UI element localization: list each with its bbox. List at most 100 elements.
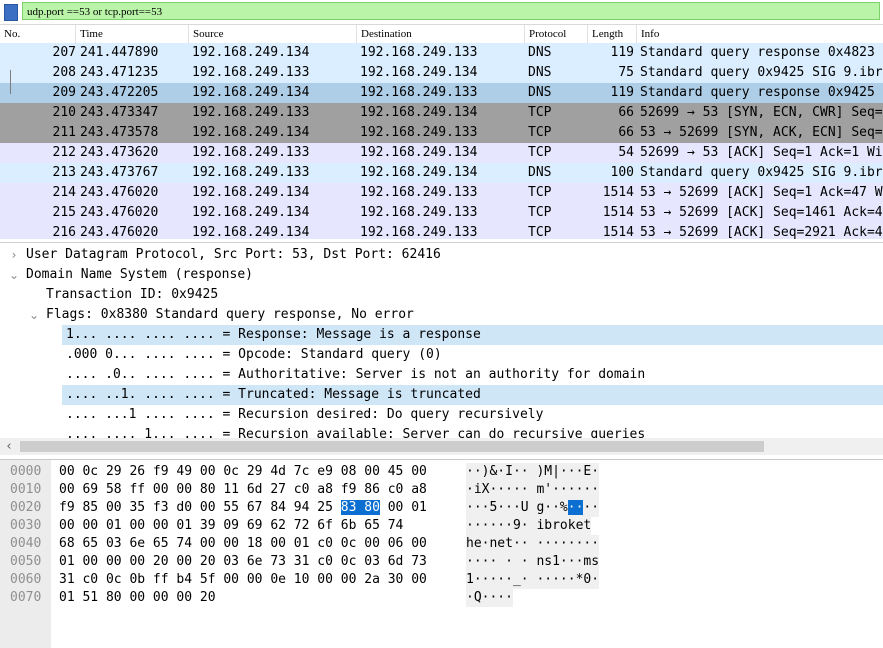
details-row[interactable]: .... ...1 .... .... = Recursion desired:… (66, 405, 543, 425)
cell-info: 52699 → 53 [ACK] Seq=1 Ack=1 Wi (640, 145, 883, 160)
details-horizontal-scrollbar[interactable]: ‹ (0, 438, 883, 455)
bytes-hex-text: 00 0c 29 26 f9 49 00 0c 29 4d 7c e9 08 0… (59, 464, 427, 479)
details-row[interactable]: Domain Name System (response) (26, 265, 253, 285)
cell-no: 216 (52, 225, 76, 239)
bytes-hex-text: f9 85 00 35 f3 d0 00 55 67 84 94 25 (59, 500, 341, 515)
cell-destination: 192.168.249.134 (360, 145, 478, 160)
column-header-time[interactable]: Time (76, 25, 189, 43)
scroll-left-icon[interactable]: ‹ (2, 438, 16, 455)
column-header-destination[interactable]: Destination (357, 25, 525, 43)
bytes-ascii-text: ··)&·I·· )M|···E· (466, 464, 600, 479)
packet-row[interactable]: 212 243.473620 192.168.249.133 192.168.249.… (0, 143, 883, 163)
column-header-length[interactable]: Length (588, 25, 637, 43)
details-row[interactable]: .... ..1. .... .... = Truncated: Message… (66, 385, 481, 405)
packet-row[interactable]: 216 243.476020 192.168.249.134 192.168.249.… (0, 223, 883, 239)
packet-bytes-pane[interactable]: 0000 00 0c 29 26 f9 49 00 0c 29 4d 7c e9 … (0, 459, 883, 648)
bytes-offset: 0010 (10, 482, 42, 497)
cell-source: 192.168.249.134 (192, 85, 310, 100)
cell-source: 192.168.249.133 (192, 65, 310, 80)
packet-row[interactable]: 207 241.447890 192.168.249.134 192.168.249.… (0, 43, 883, 63)
cell-no: 209 (52, 85, 76, 100)
cell-info: Standard query response 0x4823 (640, 45, 875, 60)
bytes-ascii[interactable]: ·iX····· m'······ (466, 481, 600, 499)
bytes-hex[interactable]: 01 51 80 00 00 00 20 (59, 589, 216, 607)
cell-length: 119 (610, 45, 634, 60)
display-filter-input[interactable]: udp.port ==53 or tcp.port==53 (22, 2, 880, 20)
bytes-hex[interactable]: 01 00 00 00 20 00 20 03 6e 73 31 c0 0c 0… (59, 553, 427, 571)
details-row[interactable]: 1... .... .... .... = Response: Message … (66, 325, 481, 345)
packet-list[interactable]: No. Time Source Destination Protocol Len… (0, 25, 883, 239)
scrollbar-thumb[interactable] (20, 441, 764, 452)
bytes-ascii[interactable]: ···5···U g··%···· (466, 499, 600, 517)
column-header-info[interactable]: Info (637, 25, 883, 43)
bytes-ascii-text: 1·····_· ·····*0· (466, 572, 600, 587)
cell-source: 192.168.249.134 (192, 225, 310, 239)
cell-length: 1514 (602, 185, 634, 200)
cell-destination: 192.168.249.133 (360, 205, 478, 220)
packet-row[interactable]: 211 243.473578 192.168.249.134 192.168.249.… (0, 123, 883, 143)
bytes-hex[interactable]: 00 00 01 00 00 01 39 09 69 62 72 6f 6b 6… (59, 517, 403, 535)
cell-no: 215 (52, 205, 76, 220)
column-header-protocol[interactable]: Protocol (525, 25, 588, 43)
cell-length: 66 (618, 125, 634, 140)
bytes-hex[interactable]: 68 65 03 6e 65 74 00 00 18 00 01 c0 0c 0… (59, 535, 427, 553)
cell-source: 192.168.249.134 (192, 205, 310, 220)
packet-row[interactable]: 210 243.473347 192.168.249.133 192.168.249.… (0, 103, 883, 123)
packet-row[interactable]: 213 243.473767 192.168.249.133 192.168.249.… (0, 163, 883, 183)
bytes-offset: 0070 (10, 590, 42, 605)
bytes-hex-text: 00 01 (379, 500, 427, 515)
collapse-arrow-icon[interactable]: ⌄ (28, 305, 40, 325)
bytes-hex-text: 01 51 80 00 00 00 20 (59, 590, 216, 605)
packet-row[interactable]: 214 243.476020 192.168.249.134 192.168.249.… (0, 183, 883, 203)
bytes-ascii-text: ·iX····· m'······ (466, 482, 600, 497)
details-row[interactable]: Transaction ID: 0x9425 (46, 285, 218, 305)
collapse-arrow-icon[interactable]: ⌄ (8, 265, 20, 285)
cell-protocol: TCP (528, 145, 552, 160)
cell-info: 53 → 52699 [ACK] Seq=1461 Ack=4 (640, 205, 883, 220)
packet-row[interactable]: 209 243.472205 192.168.249.134 192.168.249.… (0, 83, 883, 103)
cell-protocol: TCP (528, 185, 552, 200)
cell-no: 211 (52, 125, 76, 140)
column-header-no[interactable]: No. (0, 25, 76, 43)
cell-time: 243.473620 (80, 145, 159, 160)
column-header-source[interactable]: Source (189, 25, 357, 43)
details-row[interactable]: User Datagram Protocol, Src Port: 53, Ds… (26, 245, 441, 265)
cell-no: 214 (52, 185, 76, 200)
packet-row[interactable]: 215 243.476020 192.168.249.134 192.168.249.… (0, 203, 883, 223)
bookmark-icon[interactable] (4, 4, 18, 21)
expand-arrow-icon[interactable]: › (8, 245, 20, 265)
cell-destination: 192.168.249.133 (360, 225, 478, 239)
details-row[interactable]: Flags: 0x8380 Standard query response, N… (46, 305, 414, 325)
bytes-ascii-text: ·· (583, 500, 600, 515)
cell-info: 52699 → 53 [SYN, ECN, CWR] Seq= (640, 105, 883, 120)
bytes-ascii[interactable]: he·net·· ········ (466, 535, 600, 553)
details-row[interactable]: .... .0.. .... .... = Authoritative: Ser… (66, 365, 645, 385)
cell-destination: 192.168.249.133 (360, 185, 478, 200)
bytes-ascii-text: ·Q···· (466, 590, 513, 605)
cell-protocol: DNS (528, 65, 552, 80)
cell-info: 53 → 52699 [ACK] Seq=2921 Ack=4 (640, 225, 883, 239)
bytes-hex[interactable]: 31 c0 0c 0b ff b4 5f 00 00 0e 10 00 00 2… (59, 571, 427, 589)
cell-source: 192.168.249.134 (192, 185, 310, 200)
cell-info: Standard query 0x9425 SIG 9.ibr (640, 165, 883, 180)
bytes-ascii[interactable]: 1·····_· ·····*0· (466, 571, 600, 589)
cell-no: 212 (52, 145, 76, 160)
packet-row[interactable]: 208 243.471235 192.168.249.133 192.168.249.… (0, 63, 883, 83)
display-filter-bar: udp.port ==53 or tcp.port==53 (0, 0, 883, 25)
bytes-hex-text: 00 69 58 ff 00 00 80 11 6d 27 c0 a8 f9 8… (59, 482, 427, 497)
cell-protocol: DNS (528, 85, 552, 100)
cell-destination: 192.168.249.134 (360, 65, 478, 80)
details-row[interactable]: .000 0... .... .... = Opcode: Standard q… (66, 345, 442, 365)
bytes-hex[interactable]: f9 85 00 35 f3 d0 00 55 67 84 94 25 83 8… (59, 499, 427, 517)
packet-details-pane[interactable]: › User Datagram Protocol, Src Port: 53, D… (0, 242, 883, 456)
bytes-ascii[interactable]: ·Q···· (466, 589, 513, 607)
bytes-ascii[interactable]: ···· · · ns1···ms (466, 553, 600, 571)
cell-source: 192.168.249.134 (192, 125, 310, 140)
bytes-hex[interactable]: 00 0c 29 26 f9 49 00 0c 29 4d 7c e9 08 0… (59, 463, 427, 481)
bytes-offset: 0040 (10, 536, 42, 551)
bytes-ascii[interactable]: ··)&·I·· )M|···E· (466, 463, 600, 481)
cell-protocol: TCP (528, 105, 552, 120)
bytes-hex[interactable]: 00 69 58 ff 00 00 80 11 6d 27 c0 a8 f9 8… (59, 481, 427, 499)
bytes-offset: 0060 (10, 572, 42, 587)
bytes-ascii[interactable]: ······9· ibroket (466, 517, 592, 535)
